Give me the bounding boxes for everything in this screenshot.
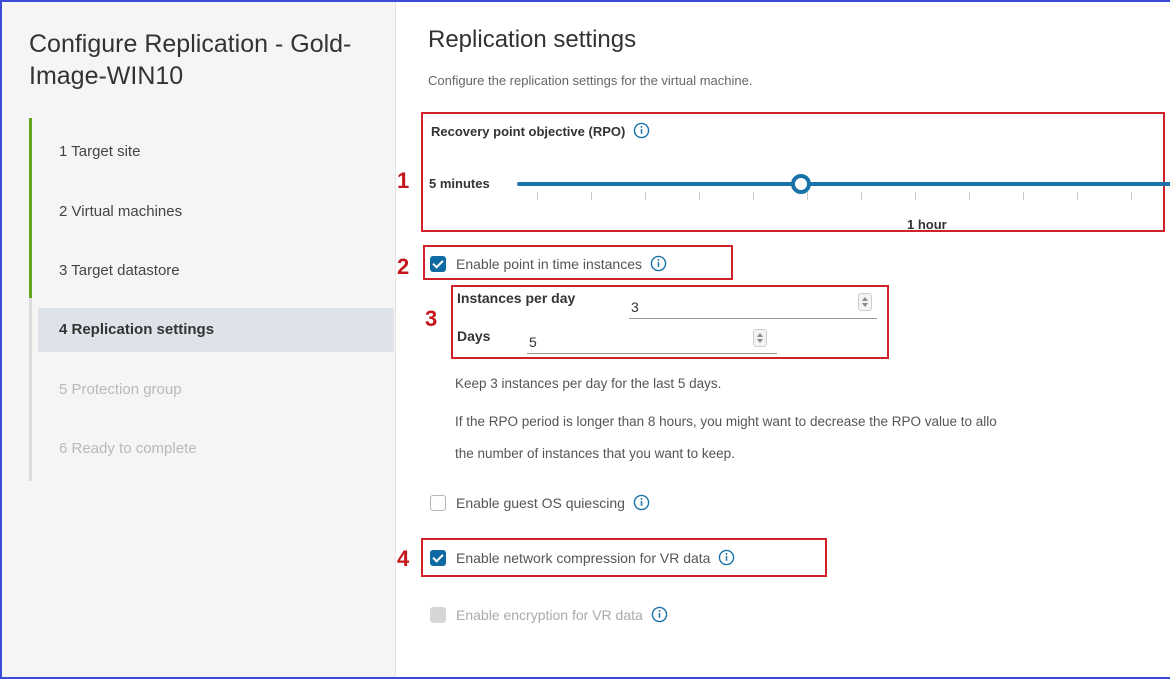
callout-3: 3: [425, 306, 438, 331]
slider-tick: [1131, 192, 1132, 200]
step-protection-group: 5 Protection group: [59, 381, 182, 398]
network-compression-label: Enable network compression for VR data: [456, 550, 711, 566]
slider-thumb[interactable]: [791, 174, 811, 194]
rpo-section: Recovery point objective (RPO) 5 minutes…: [421, 112, 1170, 232]
encryption-checkbox: [430, 607, 446, 623]
wizard-title: Configure Replication - Gold-Image-WIN10: [29, 30, 352, 90]
days-label: Days: [457, 328, 491, 344]
point-in-time-checkbox[interactable]: [430, 256, 446, 272]
info-icon[interactable]: [650, 255, 667, 272]
slider-tick: [591, 192, 592, 200]
info-icon[interactable]: [651, 606, 668, 623]
main-panel: Replication settings Configure the repli…: [397, 2, 1170, 677]
step-target-datastore[interactable]: 3 Target datastore: [38, 249, 394, 293]
slider-tick: [1023, 192, 1024, 200]
instances-per-day-input[interactable]: [629, 295, 877, 319]
days-input[interactable]: [527, 330, 777, 354]
callout-1: 1: [397, 168, 410, 193]
slider-tick: [807, 192, 808, 200]
slider-track: [517, 182, 1170, 186]
encryption-label: Enable encryption for VR data: [456, 607, 643, 623]
step-ready-to-complete: 6 Ready to complete: [59, 440, 197, 457]
network-compression-row[interactable]: Enable network compression for VR data: [430, 549, 735, 566]
callout-2: 2: [397, 254, 410, 279]
rpo-help-text-line1: If the RPO period is longer than 8 hours…: [455, 414, 997, 429]
rpo-help-text-line2: the number of instances that you want to…: [455, 446, 735, 461]
rpo-value: 5 minutes: [429, 176, 490, 191]
guest-os-quiescing-row[interactable]: Enable guest OS quiescing: [430, 494, 650, 511]
rpo-label-text: Recovery point objective (RPO): [431, 124, 626, 139]
point-in-time-checkbox-row[interactable]: Enable point in time instances: [430, 255, 667, 272]
instances-per-day-label: Instances per day: [457, 290, 576, 306]
info-icon[interactable]: [633, 122, 650, 139]
rpo-slider[interactable]: [517, 172, 1170, 212]
slider-tick: [645, 192, 646, 200]
steps-progress-rail: [29, 118, 32, 298]
rpo-label: Recovery point objective (RPO): [431, 122, 650, 139]
encryption-row: Enable encryption for VR data: [430, 606, 668, 623]
slider-tick: [861, 192, 862, 200]
page-subtitle: Configure the replication settings for t…: [428, 73, 753, 88]
slider-tick: [699, 192, 700, 200]
retention-help-text: Keep 3 instances per day for the last 5 …: [455, 376, 722, 391]
slider-tick: [915, 192, 916, 200]
slider-tick: [753, 192, 754, 200]
slider-tick: [969, 192, 970, 200]
step-virtual-machines[interactable]: 2 Virtual machines: [38, 190, 394, 234]
guest-os-quiescing-label: Enable guest OS quiescing: [456, 495, 625, 511]
callout-4: 4: [397, 546, 410, 571]
point-in-time-label: Enable point in time instances: [456, 256, 642, 272]
info-icon[interactable]: [633, 494, 650, 511]
guest-os-quiescing-checkbox[interactable]: [430, 495, 446, 511]
info-icon[interactable]: [718, 549, 735, 566]
network-compression-checkbox[interactable]: [430, 550, 446, 566]
wizard-sidebar: Configure Replication - Gold-Image-WIN10…: [2, 2, 396, 677]
page-title: Replication settings: [428, 26, 637, 53]
days-stepper-icon[interactable]: [753, 329, 767, 347]
instances-stepper-icon[interactable]: [858, 293, 872, 311]
step-target-site[interactable]: 1 Target site: [38, 130, 394, 174]
slider-tick-label: 1 hour: [907, 217, 947, 232]
step-replication-settings[interactable]: 4 Replication settings: [38, 308, 394, 352]
slider-tick: [537, 192, 538, 200]
slider-tick: [1077, 192, 1078, 200]
